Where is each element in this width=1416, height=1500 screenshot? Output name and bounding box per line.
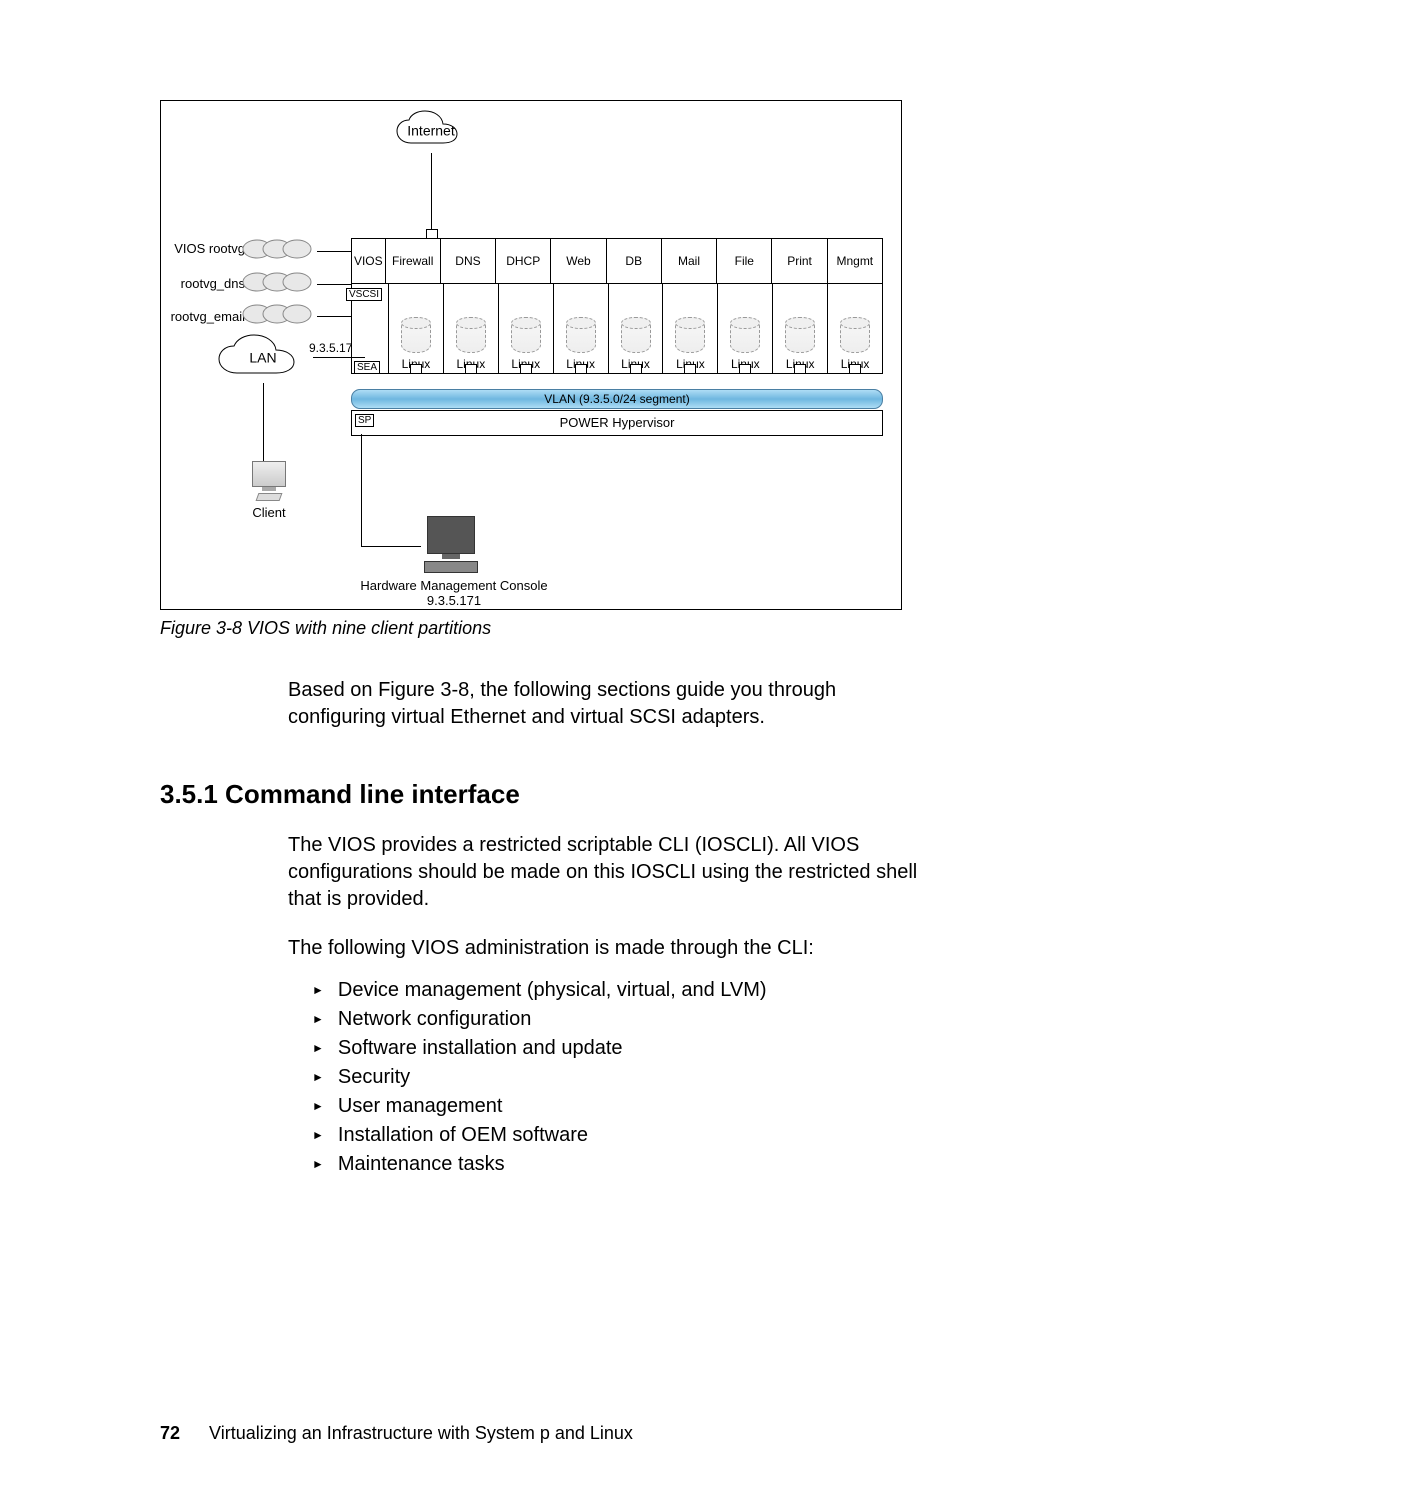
- paragraph-2: The VIOS provides a restricted scriptabl…: [288, 832, 928, 913]
- paragraph-3: The following VIOS administration is mad…: [288, 935, 928, 962]
- list-item: Network configuration: [312, 1005, 1256, 1034]
- partition-header: Web: [551, 239, 606, 283]
- disk-icon: [239, 236, 319, 266]
- virtual-disk-icon: [785, 317, 815, 353]
- virtual-disk-icon: [840, 317, 870, 353]
- line: [263, 383, 264, 461]
- line: [431, 153, 432, 238]
- virtual-disk-icon: [511, 317, 541, 353]
- hypervisor-bar: POWER Hypervisor: [351, 410, 883, 436]
- port: [739, 364, 751, 374]
- disk-icon: [239, 301, 319, 331]
- page-number: 72: [160, 1423, 180, 1443]
- book-title: Virtualizing an Infrastructure with Syst…: [209, 1423, 633, 1443]
- section-heading: 3.5.1 Command line interface: [160, 779, 1256, 810]
- partition-header: Print: [772, 239, 827, 283]
- port: [849, 364, 861, 374]
- internet-cloud: Internet: [391, 109, 471, 153]
- partition-header: File: [717, 239, 772, 283]
- vios-rootvg-label: VIOS rootvg: [155, 241, 245, 256]
- intro-paragraph: Based on Figure 3-8, the following secti…: [288, 677, 908, 731]
- virtual-disk-icon: [456, 317, 486, 353]
- partition-header: DHCP: [496, 239, 551, 283]
- lan-cloud: LAN: [213, 333, 313, 383]
- virtual-disk-icon: [675, 317, 705, 353]
- partition-header: DB: [607, 239, 662, 283]
- virtual-disk-icon: [730, 317, 760, 353]
- linux-cell: Linux: [828, 283, 882, 373]
- disk-group-1: [239, 236, 319, 271]
- figure-caption: Figure 3-8 VIOS with nine client partiti…: [160, 618, 1256, 639]
- hmc-label-2: 9.3.5.171: [349, 593, 559, 608]
- partition-header: Firewall: [386, 239, 441, 283]
- port: [575, 364, 587, 374]
- figure-diagram: Internet LAN 9.3.5.17 VIOS rootvg rootvg…: [160, 100, 902, 610]
- partition-header: Mngmt: [828, 239, 882, 283]
- rootvg-dns-label: rootvg_dns: [155, 276, 245, 291]
- linux-cell: Linux: [663, 283, 718, 373]
- rootvg-email-label: rootvg_email: [155, 309, 245, 324]
- partition-header: DNS: [441, 239, 496, 283]
- partition-linux-row: VSCSI SEA Linux Linux Linux Linux Linux …: [351, 283, 883, 374]
- hmc-label-1: Hardware Management Console: [349, 578, 559, 593]
- disk-group-2: [239, 269, 319, 304]
- port: [794, 364, 806, 374]
- page-footer: 72 Virtualizing an Infrastructure with S…: [160, 1423, 633, 1444]
- client-pc-icon: Client: [239, 461, 299, 520]
- list-item: Installation of OEM software: [312, 1121, 1256, 1150]
- sp-tag: SP: [355, 414, 374, 427]
- cli-admin-list: Device management (physical, virtual, an…: [288, 976, 1256, 1179]
- sea-tag: SEA: [354, 361, 380, 374]
- linux-cell: Linux: [773, 283, 828, 373]
- hmc-icon: [411, 516, 491, 573]
- line: [317, 284, 351, 285]
- virtual-disk-icon: [621, 317, 651, 353]
- vscsi-tag: VSCSI: [346, 288, 382, 301]
- partition-header: Mail: [662, 239, 717, 283]
- page: Internet LAN 9.3.5.17 VIOS rootvg rootvg…: [0, 0, 1416, 1500]
- partition-header-row: VIOS Firewall DNS DHCP Web DB Mail File …: [351, 238, 883, 284]
- linux-cell: Linux: [389, 283, 444, 373]
- port: [465, 364, 477, 374]
- partition-header: VIOS: [352, 239, 386, 283]
- linux-cell: Linux: [444, 283, 499, 373]
- line: [317, 251, 351, 252]
- port: [520, 364, 532, 374]
- linux-cell: Linux: [499, 283, 554, 373]
- list-item: Device management (physical, virtual, an…: [312, 976, 1256, 1005]
- lan-label: LAN: [249, 350, 276, 365]
- vlan-bar: VLAN (9.3.5.0/24 segment): [351, 389, 883, 409]
- port: [684, 364, 696, 374]
- list-item: Software installation and update: [312, 1034, 1256, 1063]
- client-label: Client: [239, 505, 299, 520]
- vios-cell: VSCSI SEA: [352, 283, 389, 373]
- linux-cell: Linux: [718, 283, 773, 373]
- virtual-disk-icon: [401, 317, 431, 353]
- line: [317, 316, 351, 317]
- list-item: Security: [312, 1063, 1256, 1092]
- list-item: User management: [312, 1092, 1256, 1121]
- port: [630, 364, 642, 374]
- internet-label: Internet: [407, 123, 454, 138]
- line: [361, 434, 362, 546]
- disk-icon: [239, 269, 319, 299]
- disk-group-3: [239, 301, 319, 336]
- virtual-disk-icon: [566, 317, 596, 353]
- lan-ip-label: 9.3.5.17: [309, 341, 352, 355]
- list-item: Maintenance tasks: [312, 1150, 1256, 1179]
- port: [410, 364, 422, 374]
- linux-cell: Linux: [554, 283, 609, 373]
- linux-cell: Linux: [609, 283, 664, 373]
